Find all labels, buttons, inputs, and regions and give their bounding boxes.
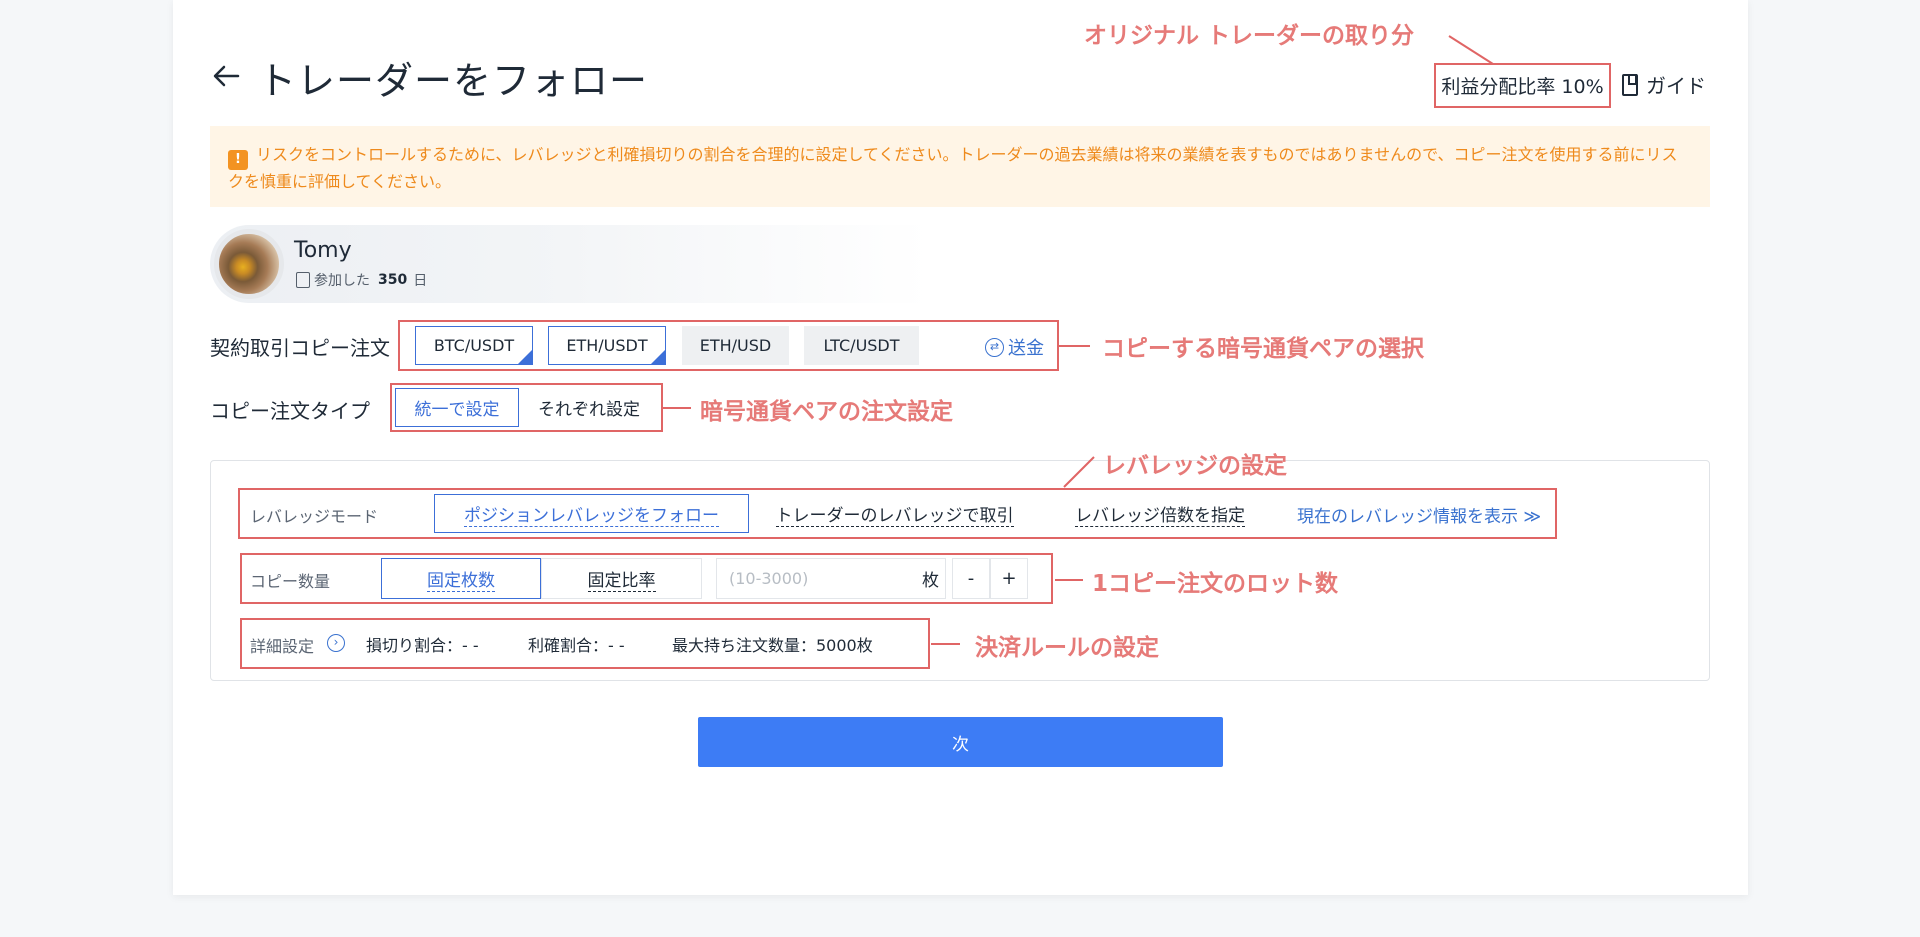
guide-label: ガイド <box>1646 74 1706 98</box>
quantity-input[interactable]: (10-3000) <box>716 558 946 599</box>
leverage-mode-label: レバレッジモード <box>250 507 379 526</box>
annotation-connector <box>1063 456 1095 488</box>
leverage-follow-position[interactable]: ポジションレバレッジをフォロー <box>434 494 749 533</box>
transfer-icon: ⇄ <box>985 337 1004 357</box>
max-orders: 最大持ち注文数量：5000枚 <box>672 636 873 655</box>
joined-unit: 日 <box>413 273 428 289</box>
trader-name: Tomy <box>294 238 352 263</box>
quantity-fixed-ratio[interactable]: 固定比率 <box>541 558 702 599</box>
annotation-connector <box>1059 345 1090 347</box>
calendar-icon <box>296 272 310 288</box>
back-arrow-icon[interactable] <box>210 60 242 92</box>
leverage-follow-position-label: ポジションレバレッジをフォロー <box>464 501 719 527</box>
order-type-unified[interactable]: 統一で設定 <box>395 388 519 427</box>
transfer-link[interactable]: ⇄ 送金 <box>985 334 1044 360</box>
warning-icon: ! <box>228 150 248 170</box>
trader-joined: 参加した 350 日 <box>296 270 427 290</box>
profit-share-ratio: 利益分配比率 10% <box>1434 63 1611 108</box>
stop-loss-ratio: 損切り割合：- - <box>366 636 479 655</box>
avatar <box>214 229 284 299</box>
quantity-fixed-count-label: 固定枚数 <box>427 566 495 592</box>
quantity-unit: 枚 <box>922 571 939 591</box>
pair-selection-label: 契約取引コピー注文 <box>210 336 390 360</box>
transfer-label: 送金 <box>1008 338 1044 359</box>
order-type-individual[interactable]: それぞれ設定 <box>524 388 654 427</box>
annotation-pair-selection: コピーする暗号通貨ペアの選択 <box>1102 336 1424 362</box>
annotation-lot-count: 1コピー注文のロット数 <box>1092 571 1339 597</box>
pair-btc-usdt[interactable]: BTC/USDT <box>415 326 533 365</box>
quantity-fixed-count[interactable]: 固定枚数 <box>381 558 541 599</box>
pair-eth-usdt[interactable]: ETH/USDT <box>548 326 666 365</box>
book-icon <box>1622 73 1638 96</box>
quantity-decrement-button[interactable]: - <box>952 558 990 599</box>
annotation-order-setting: 暗号通貨ペアの注文設定 <box>700 399 953 425</box>
annotation-connector <box>1055 579 1083 581</box>
chevron-right-icon[interactable]: › <box>327 634 345 652</box>
risk-warning-banner: ! リスクをコントロールするために、レバレッジと利確損切りの割合を合理的に設定して… <box>210 126 1710 207</box>
quantity-increment-button[interactable]: + <box>990 558 1028 599</box>
quantity-label: コピー数量 <box>250 572 331 591</box>
leverage-specify-label: レバレッジ倍数を指定 <box>1075 501 1245 527</box>
annotation-connector <box>663 407 691 409</box>
take-profit-ratio: 利確割合：- - <box>528 636 625 655</box>
order-type-label: コピー注文タイプ <box>210 399 370 423</box>
annotation-connector <box>931 643 960 645</box>
annotation-exit-rules: 決済ルールの設定 <box>975 635 1159 661</box>
warning-text: リスクをコントロールするために、レバレッジと利確損切りの割合を合理的に設定してく… <box>228 145 1678 191</box>
pair-ltc-usdt[interactable]: LTC/USDT <box>804 326 919 365</box>
joined-label: 参加した <box>314 273 370 289</box>
quantity-fixed-ratio-label: 固定比率 <box>587 566 656 592</box>
leverage-info-link[interactable]: 現在のレバレッジ情報を表示 ≫ <box>1297 502 1541 527</box>
leverage-trader-label: トレーダーのレバレッジで取引 <box>775 501 1014 527</box>
pair-eth-usd[interactable]: ETH/USD <box>682 326 789 365</box>
page-title: トレーダーをフォロー <box>258 59 649 103</box>
details-label[interactable]: 詳細設定 <box>250 633 314 657</box>
annotation-leverage-setting: レバレッジの設定 <box>1103 453 1287 479</box>
annotation-trader-share: オリジナル トレーダーの取り分 <box>1084 23 1415 49</box>
leverage-trader[interactable]: トレーダーのレバレッジで取引 <box>762 494 1027 533</box>
next-button[interactable]: 次 <box>698 717 1223 767</box>
annotation-connector <box>1448 35 1494 65</box>
guide-link[interactable]: ガイド <box>1622 70 1706 99</box>
trader-card <box>210 225 930 303</box>
leverage-specify[interactable]: レバレッジ倍数を指定 <box>1050 494 1270 533</box>
joined-days: 350 <box>378 272 408 288</box>
